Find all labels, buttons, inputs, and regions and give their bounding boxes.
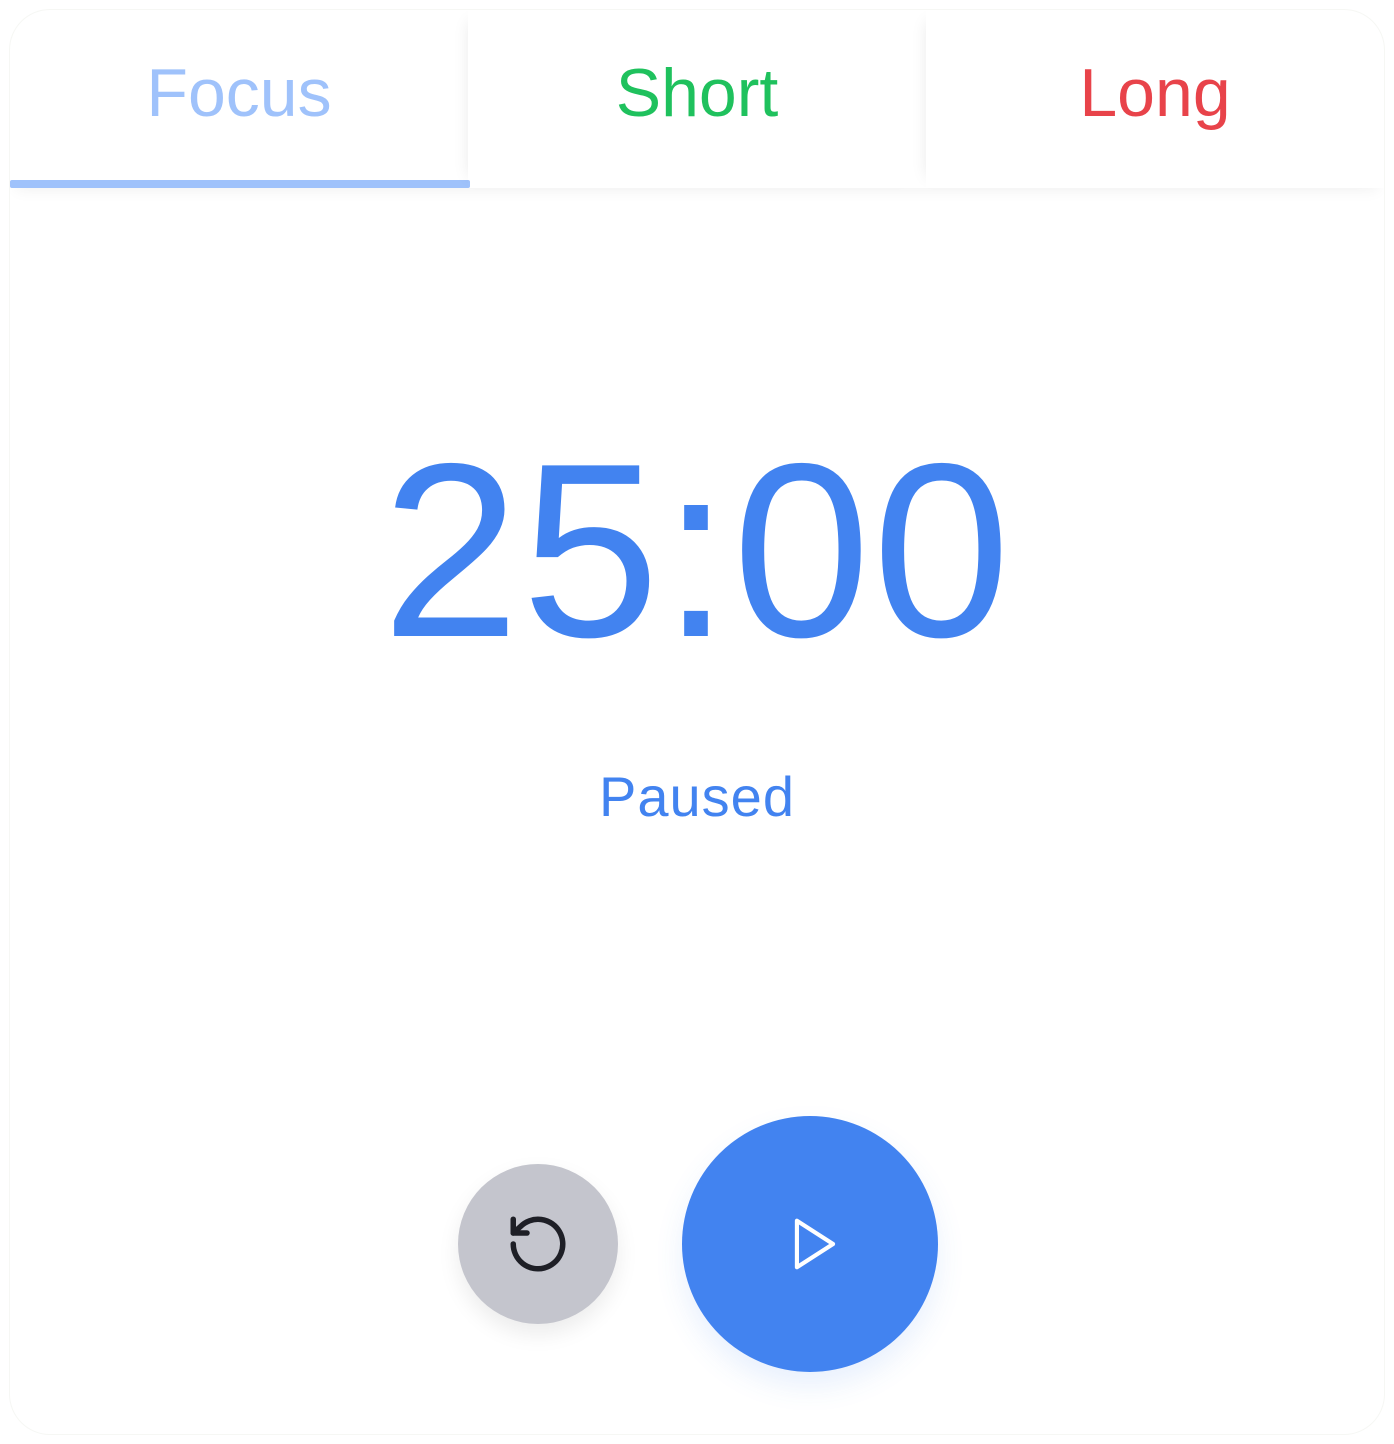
tab-focus-label: Focus: [146, 55, 332, 131]
play-button[interactable]: [682, 1116, 938, 1372]
tab-long-label: Long: [1079, 55, 1231, 131]
pomodoro-card: Focus Short Long 25:00 Paused: [10, 10, 1384, 1434]
timer-status: Paused: [599, 765, 795, 828]
tab-short-label: Short: [615, 55, 779, 131]
tab-long[interactable]: Long: [926, 10, 1384, 188]
timer-display: 25:00: [381, 411, 1013, 689]
tab-short[interactable]: Short: [468, 10, 926, 188]
mode-tabs: Focus Short Long: [10, 10, 1384, 188]
play-icon: [794, 1218, 836, 1270]
tab-focus[interactable]: Focus: [10, 10, 470, 188]
reset-icon: [510, 1216, 566, 1272]
reset-button[interactable]: [458, 1164, 618, 1324]
active-tab-indicator: [10, 180, 470, 188]
